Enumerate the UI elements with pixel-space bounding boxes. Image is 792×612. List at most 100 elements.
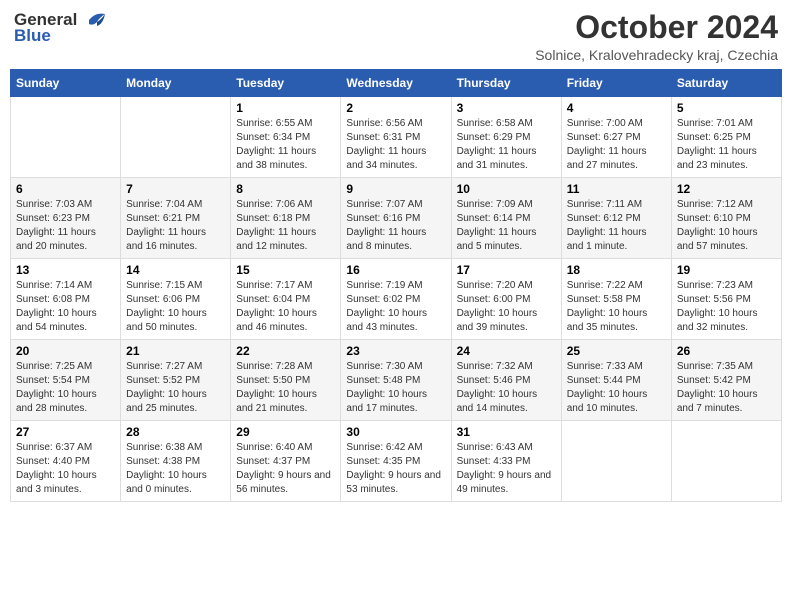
- header: General Blue October 2024 Solnice, Kralo…: [10, 10, 782, 63]
- calendar-cell: 21 Sunrise: 7:27 AM Sunset: 5:52 PM Dayli…: [121, 340, 231, 421]
- day-info: Sunrise: 7:11 AM Sunset: 6:12 PM Dayligh…: [567, 198, 666, 254]
- day-number: 19: [677, 263, 776, 277]
- day-info: Sunrise: 7:33 AM Sunset: 5:44 PM Dayligh…: [567, 360, 666, 416]
- calendar-cell: 6 Sunrise: 7:03 AM Sunset: 6:23 PM Daylig…: [11, 178, 121, 259]
- day-number: 21: [126, 344, 225, 358]
- day-info: Sunrise: 7:19 AM Sunset: 6:02 PM Dayligh…: [346, 279, 445, 335]
- calendar-cell: 3 Sunrise: 6:58 AM Sunset: 6:29 PM Daylig…: [451, 97, 561, 178]
- day-number: 29: [236, 425, 335, 439]
- calendar-cell: 22 Sunrise: 7:28 AM Sunset: 5:50 PM Dayli…: [231, 340, 341, 421]
- day-info: Sunrise: 7:00 AM Sunset: 6:27 PM Dayligh…: [567, 117, 666, 173]
- calendar-cell: 9 Sunrise: 7:07 AM Sunset: 6:16 PM Daylig…: [341, 178, 451, 259]
- calendar-cell: 10Sunrise: 7:09 AM Sunset: 6:14 PM Dayli…: [451, 178, 561, 259]
- logo-bird-icon: [79, 10, 105, 30]
- day-info: Sunrise: 7:03 AM Sunset: 6:23 PM Dayligh…: [16, 198, 115, 254]
- calendar-week-row: 1 Sunrise: 6:55 AM Sunset: 6:34 PM Daylig…: [11, 97, 782, 178]
- day-number: 18: [567, 263, 666, 277]
- day-info: Sunrise: 7:28 AM Sunset: 5:50 PM Dayligh…: [236, 360, 335, 416]
- day-number: 11: [567, 182, 666, 196]
- day-number: 14: [126, 263, 225, 277]
- day-number: 28: [126, 425, 225, 439]
- day-number: 31: [457, 425, 556, 439]
- day-info: Sunrise: 7:07 AM Sunset: 6:16 PM Dayligh…: [346, 198, 445, 254]
- day-number: 17: [457, 263, 556, 277]
- day-info: Sunrise: 6:58 AM Sunset: 6:29 PM Dayligh…: [457, 117, 556, 173]
- calendar-cell: 29 Sunrise: 6:40 AM Sunset: 4:37 PM Dayli…: [231, 421, 341, 502]
- day-number: 6: [16, 182, 115, 196]
- calendar-cell: 1 Sunrise: 6:55 AM Sunset: 6:34 PM Daylig…: [231, 97, 341, 178]
- calendar-header-row: SundayMondayTuesdayWednesdayThursdayFrid…: [11, 70, 782, 97]
- calendar-cell: 20 Sunrise: 7:25 AM Sunset: 5:54 PM Dayli…: [11, 340, 121, 421]
- day-info: Sunrise: 7:35 AM Sunset: 5:42 PM Dayligh…: [677, 360, 776, 416]
- calendar-cell: 4 Sunrise: 7:00 AM Sunset: 6:27 PM Daylig…: [561, 97, 671, 178]
- column-header-tuesday: Tuesday: [231, 70, 341, 97]
- day-info: Sunrise: 7:22 AM Sunset: 5:58 PM Dayligh…: [567, 279, 666, 335]
- day-number: 24: [457, 344, 556, 358]
- calendar-body: 1 Sunrise: 6:55 AM Sunset: 6:34 PM Daylig…: [11, 97, 782, 502]
- column-header-sunday: Sunday: [11, 70, 121, 97]
- day-number: 27: [16, 425, 115, 439]
- calendar-cell: [11, 97, 121, 178]
- calendar-cell: 15Sunrise: 7:17 AM Sunset: 6:04 PM Dayli…: [231, 259, 341, 340]
- day-info: Sunrise: 6:37 AM Sunset: 4:40 PM Dayligh…: [16, 441, 115, 497]
- day-number: 8: [236, 182, 335, 196]
- calendar-cell: 7 Sunrise: 7:04 AM Sunset: 6:21 PM Daylig…: [121, 178, 231, 259]
- column-header-saturday: Saturday: [671, 70, 781, 97]
- day-number: 4: [567, 101, 666, 115]
- day-info: Sunrise: 7:14 AM Sunset: 6:08 PM Dayligh…: [16, 279, 115, 335]
- calendar-cell: 31 Sunrise: 6:43 AM Sunset: 4:33 PM Dayli…: [451, 421, 561, 502]
- location-subtitle: Solnice, Kralovehradecky kraj, Czechia: [535, 47, 778, 63]
- calendar-cell: [121, 97, 231, 178]
- calendar-cell: 12Sunrise: 7:12 AM Sunset: 6:10 PM Dayli…: [671, 178, 781, 259]
- day-info: Sunrise: 7:20 AM Sunset: 6:00 PM Dayligh…: [457, 279, 556, 335]
- day-number: 15: [236, 263, 335, 277]
- day-number: 10: [457, 182, 556, 196]
- month-title: October 2024: [535, 10, 778, 45]
- day-info: Sunrise: 7:01 AM Sunset: 6:25 PM Dayligh…: [677, 117, 776, 173]
- day-info: Sunrise: 6:43 AM Sunset: 4:33 PM Dayligh…: [457, 441, 556, 497]
- column-header-wednesday: Wednesday: [341, 70, 451, 97]
- calendar-week-row: 6 Sunrise: 7:03 AM Sunset: 6:23 PM Daylig…: [11, 178, 782, 259]
- calendar-cell: 24 Sunrise: 7:32 AM Sunset: 5:46 PM Dayli…: [451, 340, 561, 421]
- calendar-cell: 13 Sunrise: 7:14 AM Sunset: 6:08 PM Dayli…: [11, 259, 121, 340]
- calendar-cell: 2Sunrise: 6:56 AM Sunset: 6:31 PM Daylig…: [341, 97, 451, 178]
- calendar-cell: 14Sunrise: 7:15 AM Sunset: 6:06 PM Dayli…: [121, 259, 231, 340]
- calendar-cell: 11 Sunrise: 7:11 AM Sunset: 6:12 PM Dayli…: [561, 178, 671, 259]
- day-number: 7: [126, 182, 225, 196]
- day-number: 5: [677, 101, 776, 115]
- day-number: 2: [346, 101, 445, 115]
- column-header-friday: Friday: [561, 70, 671, 97]
- calendar-cell: 27 Sunrise: 6:37 AM Sunset: 4:40 PM Dayli…: [11, 421, 121, 502]
- day-number: 13: [16, 263, 115, 277]
- calendar-cell: 30 Sunrise: 6:42 AM Sunset: 4:35 PM Dayli…: [341, 421, 451, 502]
- day-info: Sunrise: 6:40 AM Sunset: 4:37 PM Dayligh…: [236, 441, 335, 497]
- day-info: Sunrise: 7:04 AM Sunset: 6:21 PM Dayligh…: [126, 198, 225, 254]
- calendar-week-row: 13 Sunrise: 7:14 AM Sunset: 6:08 PM Dayli…: [11, 259, 782, 340]
- column-header-thursday: Thursday: [451, 70, 561, 97]
- day-info: Sunrise: 7:27 AM Sunset: 5:52 PM Dayligh…: [126, 360, 225, 416]
- calendar-cell: 16Sunrise: 7:19 AM Sunset: 6:02 PM Dayli…: [341, 259, 451, 340]
- calendar-cell: 17 Sunrise: 7:20 AM Sunset: 6:00 PM Dayli…: [451, 259, 561, 340]
- calendar-week-row: 27 Sunrise: 6:37 AM Sunset: 4:40 PM Dayli…: [11, 421, 782, 502]
- day-info: Sunrise: 7:30 AM Sunset: 5:48 PM Dayligh…: [346, 360, 445, 416]
- day-info: Sunrise: 7:06 AM Sunset: 6:18 PM Dayligh…: [236, 198, 335, 254]
- calendar: SundayMondayTuesdayWednesdayThursdayFrid…: [10, 69, 782, 502]
- day-info: Sunrise: 7:25 AM Sunset: 5:54 PM Dayligh…: [16, 360, 115, 416]
- logo: General Blue: [14, 10, 105, 46]
- day-info: Sunrise: 7:32 AM Sunset: 5:46 PM Dayligh…: [457, 360, 556, 416]
- calendar-cell: 26 Sunrise: 7:35 AM Sunset: 5:42 PM Dayli…: [671, 340, 781, 421]
- logo-blue: Blue: [14, 26, 51, 46]
- day-number: 9: [346, 182, 445, 196]
- calendar-cell: [561, 421, 671, 502]
- day-number: 25: [567, 344, 666, 358]
- day-number: 3: [457, 101, 556, 115]
- calendar-cell: 28 Sunrise: 6:38 AM Sunset: 4:38 PM Dayli…: [121, 421, 231, 502]
- day-number: 22: [236, 344, 335, 358]
- day-info: Sunrise: 6:55 AM Sunset: 6:34 PM Dayligh…: [236, 117, 335, 173]
- day-number: 26: [677, 344, 776, 358]
- day-number: 1: [236, 101, 335, 115]
- day-info: Sunrise: 6:38 AM Sunset: 4:38 PM Dayligh…: [126, 441, 225, 497]
- day-number: 30: [346, 425, 445, 439]
- day-info: Sunrise: 6:42 AM Sunset: 4:35 PM Dayligh…: [346, 441, 445, 497]
- day-number: 20: [16, 344, 115, 358]
